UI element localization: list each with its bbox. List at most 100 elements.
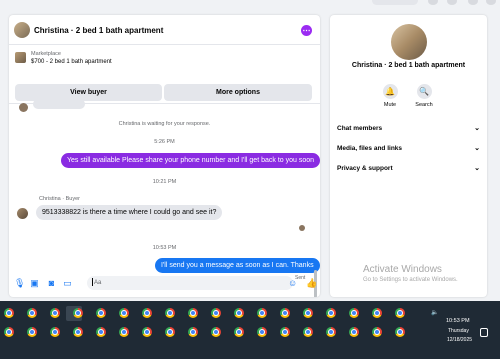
marketplace-card: Marketplace $700 - 2 bed 1 bath apartmen… xyxy=(9,46,320,104)
conversation-info-panel: Christina · 2 bed 1 bath apartment 🔔 Mut… xyxy=(330,15,487,297)
top-strip xyxy=(0,0,500,13)
chrome-taskbar-icon[interactable] xyxy=(73,327,83,337)
outgoing-message[interactable]: I'll send you a message as soon as I can… xyxy=(155,258,320,273)
chrome-taskbar-icon[interactable] xyxy=(50,308,60,318)
chrome-taskbar-icon[interactable] xyxy=(4,308,14,318)
chrome-taskbar-icon[interactable] xyxy=(142,327,152,337)
sender-label: Christina · Buyer xyxy=(39,196,80,202)
chrome-taskbar-icon[interactable] xyxy=(27,308,37,318)
photo-icon[interactable]: ▣ xyxy=(30,279,39,288)
chevron-down-icon: ⌄ xyxy=(474,165,480,172)
gif-icon[interactable]: ▭ xyxy=(63,279,72,288)
taskbar: 🔈 10:53 PM Thursday 12/18/2025 xyxy=(0,301,500,359)
timestamp: 10:21 PM xyxy=(152,179,177,185)
chrome-taskbar-icon[interactable] xyxy=(165,327,175,337)
chrome-taskbar-icon[interactable] xyxy=(395,308,405,318)
activate-windows-title: Activate Windows xyxy=(363,264,442,275)
chrome-taskbar-icon[interactable] xyxy=(372,327,382,337)
search-icon[interactable]: 🔍 xyxy=(416,84,432,99)
like-icon[interactable]: 👍 xyxy=(306,279,317,288)
seen-avatar xyxy=(299,225,305,231)
account-icon[interactable] xyxy=(486,0,496,5)
chrome-taskbar-icon[interactable] xyxy=(119,327,129,337)
message-bubble-partial xyxy=(33,99,85,109)
waiting-notice: Christina is waiting for your response. xyxy=(118,121,211,127)
listing-price-title[interactable]: $700 - 2 bed 1 bath apartment xyxy=(31,59,112,65)
listing-thumbnail[interactable] xyxy=(14,22,30,38)
chat-title[interactable]: Christina · 2 bed 1 bath apartment xyxy=(34,26,163,35)
listing-image[interactable] xyxy=(15,52,26,63)
text-caret xyxy=(92,278,93,287)
bell-icon[interactable]: 🔔 xyxy=(382,84,398,99)
chrome-taskbar-icon[interactable] xyxy=(234,308,244,318)
search-label: Search xyxy=(415,102,433,108)
incoming-message[interactable]: 9513338822 is there a time where I could… xyxy=(36,205,223,220)
chrome-taskbar-icon[interactable] xyxy=(257,308,267,318)
outgoing-message[interactable]: Yes still available Please share your ph… xyxy=(61,153,320,168)
section-label: Media, files and links xyxy=(337,145,403,152)
chrome-taskbar-icon[interactable] xyxy=(165,308,175,318)
microphone-icon[interactable]: 🎙 xyxy=(14,279,25,288)
section-label: Privacy & support xyxy=(337,165,393,172)
chrome-taskbar-icon[interactable] xyxy=(303,327,313,337)
marketplace-label: Marketplace xyxy=(31,51,61,57)
section-privacy-support[interactable]: Privacy & support ⌄ xyxy=(337,165,480,172)
chrome-taskbar-icon[interactable] xyxy=(395,327,405,337)
chrome-taskbar-icon[interactable] xyxy=(96,308,106,318)
clock-time[interactable]: 10:53 PM xyxy=(446,318,470,324)
sticker-icon[interactable]: ◙ xyxy=(47,279,56,288)
message-list: Christina is waiting for your response. … xyxy=(9,99,320,297)
chrome-taskbar-icon[interactable] xyxy=(234,327,244,337)
chrome-taskbar-icon[interactable] xyxy=(27,327,37,337)
activate-windows-subtitle: Go to Settings to activate Windows. xyxy=(363,277,458,283)
chat-panel: Christina · 2 bed 1 bath apartment ⋯ Mar… xyxy=(9,15,320,297)
more-options-button[interactable]: More options xyxy=(164,84,312,101)
chrome-taskbar-icon[interactable] xyxy=(303,308,313,318)
chrome-taskbar-icon[interactable] xyxy=(211,327,221,337)
volume-icon[interactable]: 🔈 xyxy=(431,309,438,316)
message-input[interactable]: Aa xyxy=(87,276,293,290)
chrome-taskbar-icon[interactable] xyxy=(4,327,14,337)
avatar xyxy=(19,103,28,112)
mute-action[interactable]: 🔔 Mute xyxy=(375,84,405,108)
chrome-taskbar-icon[interactable] xyxy=(119,308,129,318)
chrome-taskbar-icon[interactable] xyxy=(188,308,198,318)
chrome-taskbar-icon[interactable] xyxy=(326,308,336,318)
chrome-taskbar-icon[interactable] xyxy=(349,308,359,318)
search-bar[interactable] xyxy=(372,0,418,5)
timestamp: 10:53 PM xyxy=(152,245,177,251)
chrome-taskbar-icon[interactable] xyxy=(142,308,152,318)
chevron-down-icon: ⌄ xyxy=(474,145,480,152)
clock-day[interactable]: Thursday xyxy=(448,328,469,334)
chrome-taskbar-icon[interactable] xyxy=(280,308,290,318)
section-media-files-links[interactable]: Media, files and links ⌄ xyxy=(337,145,480,152)
chrome-taskbar-icon[interactable] xyxy=(211,308,221,318)
chrome-taskbar-icon[interactable] xyxy=(73,308,83,318)
composer: 🎙 ▣ ◙ ▭ Aa ☺ 👍 xyxy=(9,273,320,297)
chrome-taskbar-icon[interactable] xyxy=(280,327,290,337)
chrome-taskbar-icon[interactable] xyxy=(96,327,106,337)
search-action[interactable]: 🔍 Search xyxy=(409,84,439,108)
chrome-taskbar-icon[interactable] xyxy=(326,327,336,337)
menu-icon[interactable] xyxy=(428,0,438,5)
avatar[interactable] xyxy=(17,208,28,219)
more-dots-icon[interactable]: ⋯ xyxy=(301,25,312,36)
chevron-down-icon: ⌄ xyxy=(474,125,480,132)
chrome-taskbar-icon[interactable] xyxy=(349,327,359,337)
clock-date[interactable]: 12/18/2025 xyxy=(447,337,472,343)
emoji-icon[interactable]: ☺ xyxy=(288,279,297,288)
mute-label: Mute xyxy=(383,102,397,108)
section-label: Chat members xyxy=(337,125,383,132)
chrome-taskbar-icon[interactable] xyxy=(50,327,60,337)
notifications-icon[interactable] xyxy=(468,0,478,5)
messenger-icon[interactable] xyxy=(447,0,457,5)
notification-icon[interactable] xyxy=(480,328,488,337)
info-title: Christina · 2 bed 1 bath apartment xyxy=(351,62,466,69)
chat-header: Christina · 2 bed 1 bath apartment ⋯ xyxy=(9,15,320,45)
chrome-taskbar-icon[interactable] xyxy=(372,308,382,318)
chrome-taskbar-icon[interactable] xyxy=(257,327,267,337)
timestamp: 5:26 PM xyxy=(154,139,175,145)
listing-avatar[interactable] xyxy=(391,24,427,60)
chrome-taskbar-icon[interactable] xyxy=(188,327,198,337)
section-chat-members[interactable]: Chat members ⌄ xyxy=(337,125,480,132)
